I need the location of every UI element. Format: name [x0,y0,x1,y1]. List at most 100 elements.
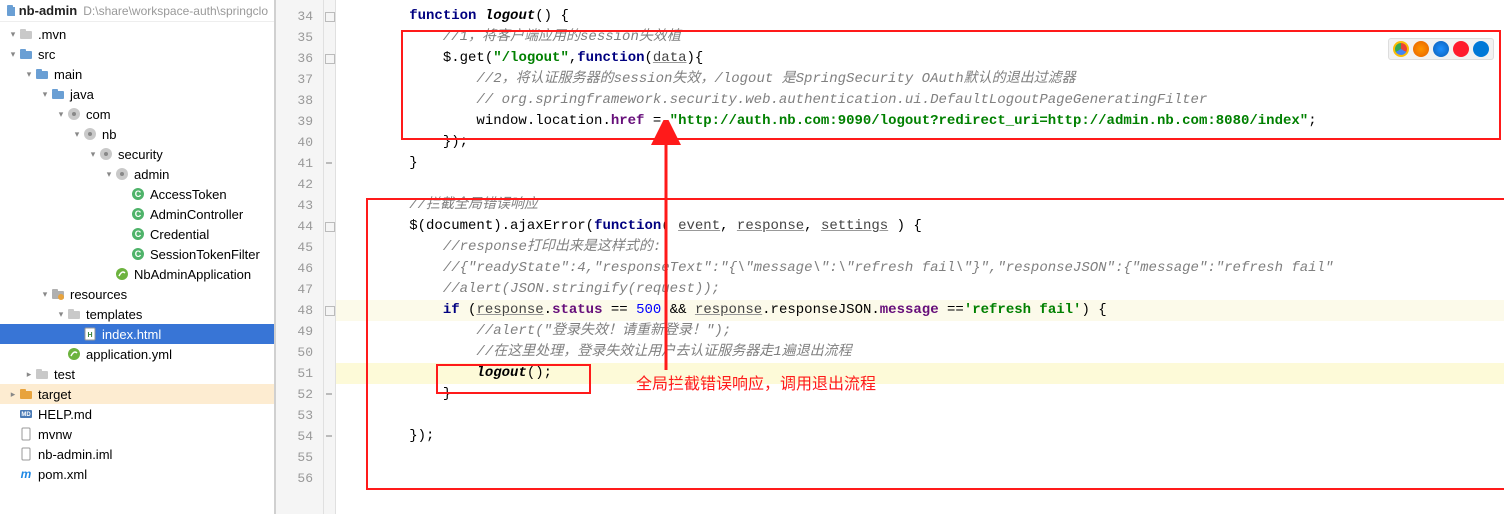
file-icon [18,447,34,461]
tree-item-label: NbAdminApplication [134,267,251,282]
html-icon: H [82,327,98,341]
chevron-icon[interactable]: ▾ [104,169,114,180]
folder-blue-icon [34,67,50,81]
tree-item-sessiontokenfilter[interactable]: C SessionTokenFilter [0,244,274,264]
chevron-icon[interactable]: ▾ [8,49,18,60]
tree-item-nbadminapplication[interactable]: NbAdminApplication [0,264,274,284]
tree-item-test[interactable]: ▸ test [0,364,274,384]
code-area[interactable]: function logout() { //1，将客户端应用的session失效… [336,0,1504,514]
file-icon [18,427,34,441]
tree-item-label: resources [70,287,127,302]
spring-icon [66,347,82,361]
chevron-icon[interactable]: ▾ [56,309,66,320]
edge-icon[interactable] [1473,41,1489,57]
safari-icon[interactable] [1433,41,1449,57]
svg-text:C: C [135,209,142,219]
tree-item-admincontroller[interactable]: C AdminController [0,204,274,224]
tree-item-label: nb [102,127,116,142]
tree-item--mvn[interactable]: ▾ .mvn [0,24,274,44]
project-path: D:\share\workspace-auth\springclo [83,4,268,18]
folder-gray-icon [34,367,50,381]
chevron-icon[interactable]: ▾ [40,289,50,300]
tree-item-pom-xml[interactable]: m pom.xml [0,464,274,484]
tree-item-main[interactable]: ▾ main [0,64,274,84]
class-icon: C [130,207,146,221]
tree-item-label: SessionTokenFilter [150,247,260,262]
svg-text:MD: MD [21,412,31,418]
tree-item-nb-admin-iml[interactable]: nb-admin.iml [0,444,274,464]
tree-item-application-yml[interactable]: application.yml [0,344,274,364]
pkg-icon [114,167,130,181]
project-sidebar[interactable]: nb-admin D:\share\workspace-auth\springc… [0,0,275,514]
tree-item-label: pom.xml [38,467,87,482]
tree-item-label: HELP.md [38,407,92,422]
tree-item-src[interactable]: ▾ src [0,44,274,64]
project-name: nb-admin [19,3,78,18]
svg-text:m: m [21,467,32,481]
tree-item-accesstoken[interactable]: C AccessToken [0,184,274,204]
tree-item-label: application.yml [86,347,172,362]
tree-item-label: target [38,387,71,402]
svg-text:H: H [87,332,92,339]
tree-item-label: src [38,47,55,62]
code-editor[interactable]: 3435363738394041424344454647484950515253… [275,0,1504,514]
tree-item-label: admin [134,167,169,182]
tree-item-credential[interactable]: C Credential [0,224,274,244]
project-tree[interactable]: ▾ .mvn ▾ src ▾ main ▾ java ▾ com ▾ nb ▾ security ▾ admi… [0,22,274,486]
fold-markers[interactable] [324,0,336,514]
tree-item-com[interactable]: ▾ com [0,104,274,124]
folder-gray-icon [66,307,82,321]
tree-item-mvnw[interactable]: mvnw [0,424,274,444]
pkg-icon [98,147,114,161]
class-icon: C [130,227,146,241]
tree-item-label: mvnw [38,427,72,442]
tree-item-label: AdminController [150,207,243,222]
class-icon: C [130,187,146,201]
tree-item-target[interactable]: ▸ target [0,384,274,404]
tree-item-security[interactable]: ▾ security [0,144,274,164]
tree-item-help-md[interactable]: MD HELP.md [0,404,274,424]
tree-item-label: test [54,367,75,382]
tree-item-templates[interactable]: ▾ templates [0,304,274,324]
chevron-icon[interactable]: ▾ [24,69,34,80]
svg-text:C: C [135,189,142,199]
tree-item-label: index.html [102,327,161,342]
chevron-icon[interactable]: ▾ [8,29,18,40]
tree-item-label: main [54,67,82,82]
firefox-icon[interactable] [1413,41,1429,57]
chevron-icon[interactable]: ▾ [72,129,82,140]
folder-blue-icon [50,87,66,101]
folder-orange-icon [18,387,34,401]
chrome-icon[interactable] [1393,41,1409,57]
tree-item-admin[interactable]: ▾ admin [0,164,274,184]
maven-icon: m [18,467,34,481]
chevron-icon[interactable]: ▾ [40,89,50,100]
chevron-icon[interactable]: ▸ [8,389,18,400]
tree-item-resources[interactable]: ▾ resources [0,284,274,304]
chevron-icon[interactable]: ▸ [24,369,34,380]
tree-item-label: AccessToken [150,187,227,202]
spring-icon [114,267,130,281]
browser-preview-icons[interactable] [1388,38,1494,60]
tree-item-label: java [70,87,94,102]
folder-gray-icon [18,27,34,41]
project-header: nb-admin D:\share\workspace-auth\springc… [0,0,274,22]
chevron-icon[interactable]: ▾ [56,109,66,120]
class-icon: C [130,247,146,261]
pkg-icon [66,107,82,121]
line-gutter: 3435363738394041424344454647484950515253… [276,0,324,514]
tree-item-nb[interactable]: ▾ nb [0,124,274,144]
chevron-icon[interactable]: ▾ [88,149,98,160]
md-icon: MD [18,407,34,421]
tree-item-label: nb-admin.iml [38,447,112,462]
tree-item-label: com [86,107,111,122]
svg-text:C: C [135,249,142,259]
tree-item-label: .mvn [38,27,66,42]
tree-item-index-html[interactable]: Hindex.html [0,324,274,344]
tree-item-label: templates [86,307,142,322]
folder-res-icon [50,287,66,301]
tree-item-label: security [118,147,163,162]
tree-item-java[interactable]: ▾ java [0,84,274,104]
opera-icon[interactable] [1453,41,1469,57]
tree-item-label: Credential [150,227,209,242]
